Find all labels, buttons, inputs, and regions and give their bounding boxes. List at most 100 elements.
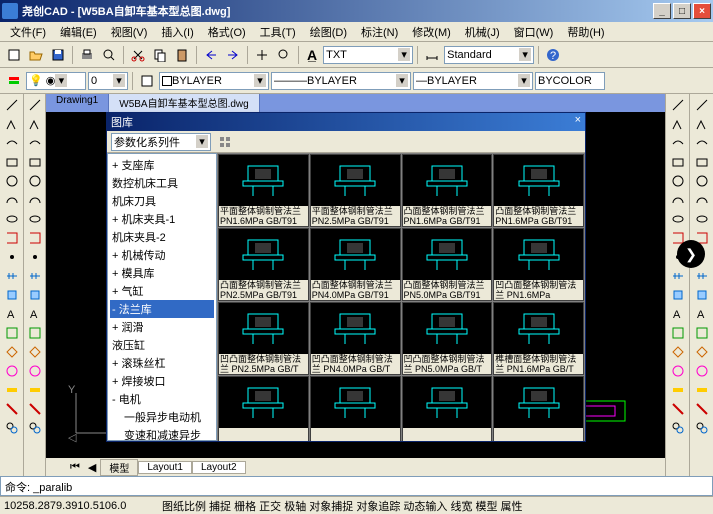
tool-button[interactable] xyxy=(26,191,44,209)
library-item[interactable]: 平面整体钢制管法兰 PN2.5MPa GB/T91 xyxy=(310,154,401,227)
library-close-icon[interactable]: × xyxy=(575,114,581,130)
minimize-button[interactable]: _ xyxy=(653,3,671,19)
tool-button[interactable] xyxy=(26,153,44,171)
color-combo[interactable]: BYLAYER▾ xyxy=(159,72,269,90)
library-item[interactable] xyxy=(218,376,309,441)
tool-button[interactable] xyxy=(693,381,711,399)
tool-button[interactable] xyxy=(693,191,711,209)
tool-button[interactable] xyxy=(26,248,44,266)
tree-item[interactable]: + 润滑 xyxy=(110,318,214,336)
menu-item[interactable]: 机械(J) xyxy=(459,23,506,41)
tool-button[interactable] xyxy=(26,210,44,228)
library-item[interactable]: 凸面整体钢制管法兰 PN1.6MPa GB/T91 xyxy=(402,154,493,227)
library-item[interactable]: 凸面整体钢制管法兰 PN4.0MPa GB/T91 xyxy=(310,228,401,301)
tool-button[interactable] xyxy=(3,419,21,437)
tool-button[interactable] xyxy=(669,210,687,228)
tool-button[interactable] xyxy=(669,134,687,152)
tree-item[interactable]: 一般异步电动机 xyxy=(110,408,214,426)
tree-item[interactable]: + 模具库 xyxy=(110,264,214,282)
drawing-canvas[interactable]: Drawing1W5BA自卸车基本型总图.dwg 图库 × 参数化系列件▾ + … xyxy=(46,94,665,476)
menu-item[interactable]: 文件(F) xyxy=(4,23,52,41)
save-button[interactable] xyxy=(48,45,68,65)
open-button[interactable] xyxy=(26,45,46,65)
tool-button[interactable]: A xyxy=(26,305,44,323)
tool-button[interactable] xyxy=(669,324,687,342)
tool-button[interactable] xyxy=(669,172,687,190)
tool-button[interactable] xyxy=(669,362,687,380)
help-button[interactable]: ? xyxy=(543,45,563,65)
tab-nav-first[interactable]: ⏮ xyxy=(66,461,84,474)
tool-button[interactable] xyxy=(3,400,21,418)
menu-item[interactable]: 视图(V) xyxy=(105,23,154,41)
tool-button[interactable] xyxy=(669,115,687,133)
tool-button[interactable] xyxy=(26,229,44,247)
library-item[interactable]: 平面整体钢制管法兰 PN1.6MPa GB/T91 xyxy=(218,154,309,227)
dim-style-button[interactable] xyxy=(422,45,442,65)
library-item[interactable] xyxy=(310,376,401,441)
dim-style-combo[interactable]: Standard▾ xyxy=(444,46,534,64)
library-tree[interactable]: + 支座库 数控机床工具 机床刀具+ 机床夹具-1 机床夹具-2+ 机械传动+ … xyxy=(107,153,217,441)
next-float-button[interactable]: ❯ xyxy=(677,240,705,268)
tool-button[interactable] xyxy=(3,343,21,361)
menu-item[interactable]: 插入(I) xyxy=(155,23,199,41)
tool-button[interactable] xyxy=(693,210,711,228)
tool-button[interactable] xyxy=(26,419,44,437)
tool-button[interactable] xyxy=(26,400,44,418)
command-line[interactable]: 命令: _paralib 命令: xyxy=(0,476,713,496)
tree-item[interactable]: + 滚珠丝杠 xyxy=(110,354,214,372)
library-item[interactable] xyxy=(493,376,584,441)
tool-button[interactable] xyxy=(669,191,687,209)
tool-button[interactable] xyxy=(693,343,711,361)
tree-item[interactable]: 变速和减速异步 xyxy=(110,426,214,441)
layer-num-combo[interactable]: 0▾ xyxy=(88,72,128,90)
tool-button[interactable]: A xyxy=(3,305,21,323)
library-item[interactable]: 凸面整体钢制管法兰 PN1.6MPa GB/T91 xyxy=(493,154,584,227)
menu-item[interactable]: 编辑(E) xyxy=(54,23,103,41)
tool-button[interactable] xyxy=(26,362,44,380)
layer-state-combo[interactable]: 💡 ◉▾ xyxy=(26,72,86,90)
tool-button[interactable] xyxy=(693,134,711,152)
tool-button[interactable] xyxy=(693,172,711,190)
tool-button[interactable] xyxy=(26,324,44,342)
tool-button[interactable] xyxy=(3,210,21,228)
menu-item[interactable]: 帮助(H) xyxy=(561,23,610,41)
tree-item[interactable]: - 法兰库 xyxy=(110,300,214,318)
library-item[interactable]: 榫槽面整体钢制管法 兰 PN1.6MPa GB/T xyxy=(493,302,584,375)
tool-button[interactable] xyxy=(3,229,21,247)
library-titlebar[interactable]: 图库 × xyxy=(107,113,585,131)
tree-item[interactable]: + 焊接坡口 xyxy=(110,372,214,390)
tree-item[interactable]: 液压缸 xyxy=(110,336,214,354)
tool-button[interactable] xyxy=(693,286,711,304)
text-style-combo[interactable]: TXT▾ xyxy=(323,46,413,64)
tool-button[interactable] xyxy=(669,153,687,171)
tree-item[interactable]: 机床刀具 xyxy=(110,192,214,210)
tree-item[interactable]: + 支座库 xyxy=(110,156,214,174)
library-view-button[interactable] xyxy=(215,132,235,152)
tool-button[interactable] xyxy=(26,286,44,304)
tool-button[interactable] xyxy=(693,153,711,171)
tool-button[interactable] xyxy=(3,191,21,209)
tool-button[interactable] xyxy=(3,286,21,304)
tool-button[interactable] xyxy=(669,96,687,114)
tool-button[interactable] xyxy=(669,267,687,285)
maximize-button[interactable]: □ xyxy=(673,3,691,19)
layout-tab[interactable]: Layout2 xyxy=(192,461,246,474)
tool-button[interactable] xyxy=(3,115,21,133)
tool-button[interactable]: A xyxy=(669,305,687,323)
tree-item[interactable]: 机床夹具-2 xyxy=(110,228,214,246)
tool-button[interactable] xyxy=(26,96,44,114)
tool-button[interactable] xyxy=(3,134,21,152)
layer-props-button[interactable] xyxy=(4,71,24,91)
library-item[interactable]: 凹凸面整体钢制管法 兰 PN5.0MPa GB/T xyxy=(402,302,493,375)
tool-button[interactable] xyxy=(669,381,687,399)
menu-item[interactable]: 标注(N) xyxy=(355,23,404,41)
tool-button[interactable]: A xyxy=(693,305,711,323)
tool-button[interactable] xyxy=(3,362,21,380)
tree-item[interactable]: 数控机床工具 xyxy=(110,174,214,192)
menu-item[interactable]: 修改(M) xyxy=(406,23,457,41)
tool-button[interactable] xyxy=(693,419,711,437)
tool-button[interactable] xyxy=(669,343,687,361)
preview-button[interactable] xyxy=(99,45,119,65)
tab-nav-prev[interactable]: ◀ xyxy=(84,461,100,474)
layout-tab[interactable]: 模型 xyxy=(100,459,138,476)
